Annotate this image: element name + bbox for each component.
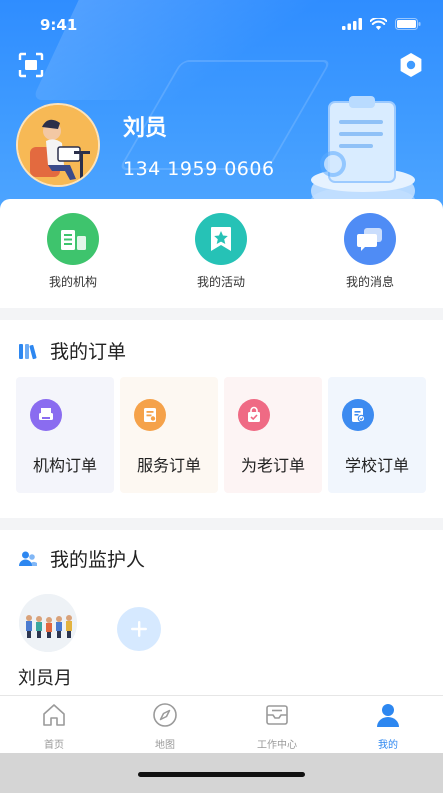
shopping-bag-icon: [248, 406, 260, 422]
quick-menu: 我的机构 我的活动 我的消息: [0, 199, 443, 308]
users-icon: [19, 551, 37, 566]
quick-label: 我的消息: [345, 275, 394, 289]
tab-label: 地图: [155, 740, 175, 751]
user-avatar[interactable]: [16, 103, 100, 187]
home-icon: [43, 704, 65, 726]
quick-item-my-institution[interactable]: 我的机构: [23, 213, 123, 290]
battery-icon: [395, 18, 421, 30]
scan-icon: [18, 52, 44, 78]
quick-label: 我的活动: [196, 275, 245, 289]
order-card-elderly[interactable]: 为老订单: [224, 377, 322, 493]
clipboard-illustration: [311, 96, 415, 214]
quick-icon-circle: [195, 213, 247, 265]
tab-work-center[interactable]: 工作中心: [237, 702, 317, 751]
printer-icon: [39, 408, 53, 420]
guardian-avatar[interactable]: [19, 594, 77, 652]
user-phone: 134 1959 0606: [123, 158, 275, 180]
document-check-icon: [352, 408, 366, 423]
guardians-title: 我的监护人: [50, 549, 146, 571]
form-icon: [144, 408, 156, 422]
order-icon-circle: [134, 399, 166, 431]
home-indicator[interactable]: [138, 772, 305, 777]
guardians-section: 我的监护人 刘员月: [0, 530, 443, 695]
order-label: 服务订单: [136, 456, 201, 475]
chat-bubble-icon: [357, 228, 382, 251]
status-bar: 9:41: [0, 0, 443, 48]
order-card-service[interactable]: 服务订单: [120, 377, 218, 493]
tab-home[interactable]: 首页: [14, 702, 94, 751]
settings-button[interactable]: [398, 52, 424, 78]
order-icon-circle: [342, 399, 374, 431]
scan-button[interactable]: [18, 52, 44, 78]
quick-item-my-messages[interactable]: 我的消息: [320, 213, 420, 290]
wifi-icon: [370, 18, 387, 30]
status-time: 9:41: [40, 16, 78, 34]
quick-label: 我的机构: [48, 275, 97, 289]
tab-label: 工作中心: [257, 740, 297, 751]
bottom-tab-bar: 首页 地图 工作中心 我的: [0, 695, 443, 753]
person-icon: [377, 704, 399, 727]
tab-label: 首页: [44, 740, 64, 751]
inbox-icon: [266, 705, 288, 725]
guardians-header: 我的监护人: [18, 545, 145, 572]
order-card-school[interactable]: 学校订单: [328, 377, 426, 493]
order-card-institution[interactable]: 机构订单: [16, 377, 114, 493]
tab-label: 我的: [378, 740, 398, 751]
building-doc-icon: [61, 230, 86, 250]
signal-icon: [342, 18, 362, 30]
orders-section: 我的订单 机构订单 服务订单 为老订单 学校订单: [0, 320, 443, 518]
avatar-illustration: [18, 105, 98, 185]
order-icon-circle: [30, 399, 62, 431]
user-name: 刘员: [123, 116, 168, 141]
quick-icon-circle: [344, 213, 396, 265]
add-guardian-button[interactable]: [117, 607, 161, 651]
orders-header: 我的订单: [18, 337, 126, 364]
status-icons: [342, 18, 421, 30]
guardian-name: 刘员月: [18, 668, 72, 689]
compass-icon: [153, 703, 177, 727]
quick-icon-circle: [47, 213, 99, 265]
orders-title: 我的订单: [50, 341, 127, 363]
order-label: 为老订单: [240, 456, 305, 475]
order-label: 机构订单: [32, 456, 97, 475]
plus-icon: [131, 621, 147, 637]
quick-item-my-activity[interactable]: 我的活动: [171, 213, 271, 290]
order-label: 学校订单: [344, 456, 409, 475]
tab-mine[interactable]: 我的: [348, 702, 428, 751]
order-icon-circle: [238, 399, 270, 431]
star-bookmark-icon: [211, 227, 231, 251]
books-icon: [19, 343, 37, 359]
gear-icon: [400, 53, 422, 77]
home-indicator-area: [0, 753, 443, 793]
profile-header: 9:41 刘员 134 1959 0606: [0, 0, 443, 215]
group-photo-illustration: [19, 594, 77, 652]
tab-map[interactable]: 地图: [125, 702, 205, 751]
